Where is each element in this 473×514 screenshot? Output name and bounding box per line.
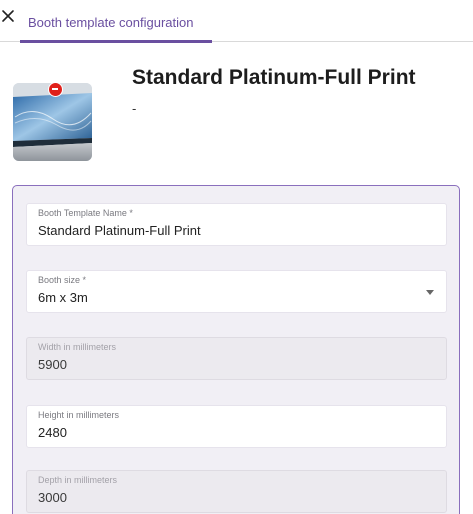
booth-template-name-value: Standard Platinum-Full Print bbox=[38, 223, 201, 238]
page-title: Standard Platinum-Full Print bbox=[132, 66, 416, 89]
chevron-down-icon bbox=[426, 290, 434, 295]
booth-size-select[interactable]: Booth size * 6m x 3m bbox=[26, 270, 447, 313]
height-label: Height in millimeters bbox=[38, 410, 120, 420]
active-tab-indicator bbox=[20, 40, 212, 43]
height-field[interactable]: Height in millimeters 2480 bbox=[26, 405, 447, 448]
depth-label: Depth in millimeters bbox=[38, 475, 118, 485]
tab-booth-template-configuration[interactable]: Booth template configuration bbox=[20, 0, 212, 43]
height-value: 2480 bbox=[38, 425, 67, 440]
tab-bar: Booth template configuration bbox=[0, 0, 473, 43]
booth-size-label: Booth size * bbox=[38, 275, 87, 285]
width-label: Width in millimeters bbox=[38, 342, 117, 352]
width-value: 5900 bbox=[38, 357, 67, 372]
tab-label: Booth template configuration bbox=[28, 15, 194, 30]
width-field: Width in millimeters 5900 bbox=[26, 337, 447, 380]
booth-template-name-field[interactable]: Booth Template Name * Standard Platinum-… bbox=[26, 203, 447, 246]
page-subtitle: - bbox=[132, 101, 137, 116]
booth-size-value: 6m x 3m bbox=[38, 290, 88, 305]
booth-template-name-label: Booth Template Name * bbox=[38, 208, 133, 218]
depth-field: Depth in millimeters 3000 bbox=[26, 470, 447, 513]
remove-image-button[interactable] bbox=[48, 82, 63, 97]
depth-value: 3000 bbox=[38, 490, 67, 505]
